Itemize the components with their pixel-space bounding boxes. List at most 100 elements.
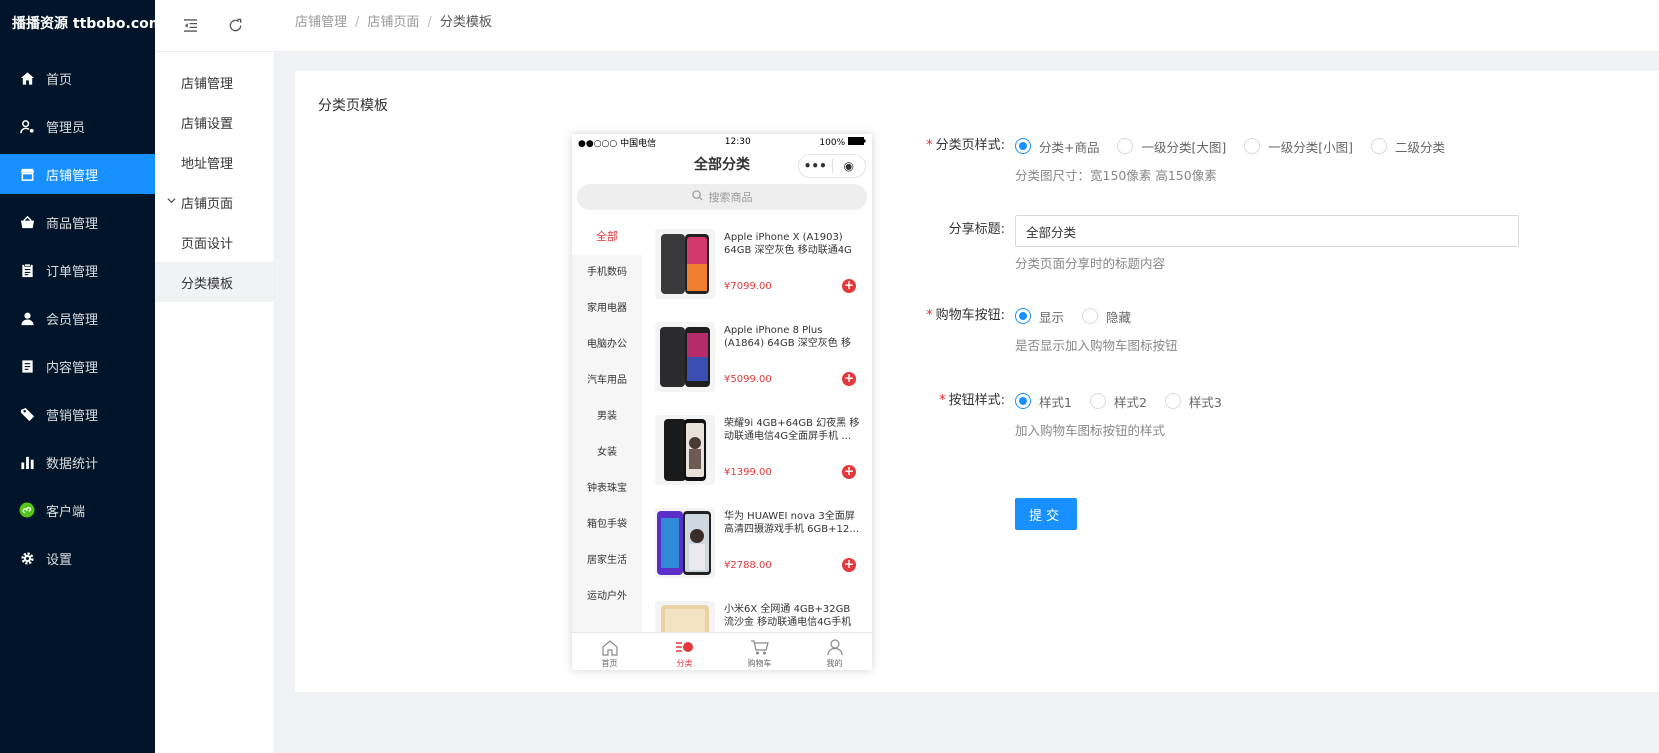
category-item[interactable]: 女装 <box>572 435 642 471</box>
radio-cart-show[interactable]: 显示 <box>1015 307 1064 326</box>
nav-item-label: 内容管理 <box>46 360 99 376</box>
breadcrumb: 店铺管理 / 店铺页面 / 分类模板 <box>295 0 492 48</box>
nav-item-admin[interactable]: 管理员 <box>0 106 155 146</box>
refresh-icon[interactable] <box>225 16 245 36</box>
category-item[interactable]: 钟表珠宝 <box>572 471 642 507</box>
tab-home[interactable]: 首页 <box>572 633 647 670</box>
clipboard-icon <box>18 261 36 279</box>
add-to-cart-button[interactable]: + <box>842 279 856 293</box>
category-item[interactable]: 全部 <box>572 219 642 255</box>
goods-thumbnail <box>655 508 715 578</box>
nav-item-label: 会员管理 <box>46 312 99 328</box>
phone-title-bar: 全部分类 ••• ◉ <box>572 150 872 180</box>
add-to-cart-button[interactable]: + <box>842 558 856 572</box>
nav-item-stats[interactable]: 数据统计 <box>0 442 155 482</box>
category-item[interactable]: 男装 <box>572 399 642 435</box>
phone-status-bar: ●●○○○ 中国电信 12:30 100% <box>572 134 872 150</box>
nav-item-goods[interactable]: 商品管理 <box>0 202 155 242</box>
phone-search-bar[interactable]: 搜索商品 <box>577 184 867 210</box>
subnav-group-label: 店铺页面 <box>181 196 234 212</box>
template-form: * 分类页样式: 分类+商品 一级分类[大图] 一级分类[小图] 二级分类 分类图… <box>915 71 1655 692</box>
breadcrumb-item[interactable]: 店铺页面 <box>367 15 419 30</box>
required-mark: * <box>926 138 933 153</box>
radio-dot <box>1244 138 1261 154</box>
category-item[interactable]: 手机数码 <box>572 255 642 291</box>
breadcrumb-item[interactable]: 店铺管理 <box>295 15 347 30</box>
add-to-cart-button[interactable]: + <box>842 372 856 386</box>
category-item[interactable]: 居家生活 <box>572 543 642 579</box>
document-icon <box>18 357 36 375</box>
nav-item-content[interactable]: 内容管理 <box>0 346 155 386</box>
radio-button-style-2[interactable]: 样式2 <box>1089 392 1147 411</box>
radio-style-level1-small[interactable]: 一级分类[小图] <box>1244 137 1353 156</box>
nav-item-marketing[interactable]: 营销管理 <box>0 394 155 434</box>
breadcrumb-separator: / <box>355 15 360 30</box>
main-sidebar: 播播资源 ttbobo.com 首页 管理员 店铺管理 商品管理 订单管理 会员… <box>0 0 155 753</box>
top-bar: 店铺管理 / 店铺页面 / 分类模板 <box>155 0 1659 52</box>
subnav-item-category-template[interactable]: 分类模板 <box>155 262 274 302</box>
category-item[interactable]: 箱包手袋 <box>572 507 642 543</box>
nav-item-shop[interactable]: 店铺管理 <box>0 154 155 194</box>
goods-thumbnail <box>655 601 715 634</box>
nav-item-home[interactable]: 首页 <box>0 58 155 98</box>
goods-name: Apple iPhone 8 Plus (A1864) 64GB 深空灰色 移动… <box>724 325 851 349</box>
nav-item-label: 设置 <box>46 552 73 568</box>
radio-button-style-3[interactable]: 样式3 <box>1164 392 1222 411</box>
content-card: 分类页模板 ●●○○○ 中国电信 12:30 100% 全部分类 ••• ◉ 搜… <box>295 71 1659 692</box>
nav-item-members[interactable]: 会员管理 <box>0 298 155 338</box>
goods-item[interactable]: Apple iPhone 8 Plus (A1864) 64GB 深空灰色 移动… <box>642 312 872 405</box>
radio-dot <box>1164 393 1181 409</box>
help-text-share-title: 分类页面分享时的标题内容 <box>1015 256 1166 271</box>
subnav-item-page-design[interactable]: 页面设计 <box>155 222 274 262</box>
nav-item-label: 数据统计 <box>46 456 99 472</box>
radio-style-category-goods[interactable]: 分类+商品 <box>1015 137 1099 156</box>
submit-button[interactable]: 提交 <box>1015 498 1077 530</box>
category-list: 全部 手机数码 家用电器 电脑办公 汽车用品 男装 女装 钟表珠宝 箱包手袋 居… <box>572 219 642 634</box>
nav-item-settings[interactable]: 设置 <box>0 538 155 578</box>
goods-item[interactable]: 荣耀9i 4GB+64GB 幻夜黑 移动联通电信4G全面屏手机 … ¥1399.… <box>642 405 872 498</box>
share-title-control <box>1015 215 1519 247</box>
user-outline-icon <box>797 636 872 658</box>
radio-dot <box>1089 393 1106 409</box>
goods-thumbnail <box>655 415 715 485</box>
radio-style-level1-large[interactable]: 一级分类[大图] <box>1117 137 1226 156</box>
add-to-cart-button[interactable]: + <box>842 465 856 479</box>
collapse-menu-icon[interactable] <box>180 16 200 36</box>
radio-style-level2[interactable]: 二级分类 <box>1371 137 1445 156</box>
category-item[interactable]: 家用电器 <box>572 291 642 327</box>
radio-button-style-1[interactable]: 样式1 <box>1015 392 1072 411</box>
category-item[interactable]: 电脑办公 <box>572 327 642 363</box>
share-title-input[interactable] <box>1015 215 1519 247</box>
radio-cart-hide[interactable]: 隐藏 <box>1082 307 1131 326</box>
subnav-item-address[interactable]: 地址管理 <box>155 142 274 182</box>
tab-label: 分类 <box>676 659 693 668</box>
more-dots-icon[interactable]: ••• <box>799 155 832 177</box>
goods-item[interactable]: 小米6X 全网通 4GB+32GB 流沙金 移动联通电信4G手机 <box>642 591 872 634</box>
nav-item-label: 客户端 <box>46 504 86 520</box>
target-icon[interactable]: ◉ <box>833 155 866 177</box>
goods-item[interactable]: 华为 HUAWEI nova 3全面屏高清四摄游戏手机 6GB+12… ¥278… <box>642 498 872 591</box>
radio-dot <box>1082 308 1099 324</box>
nav-item-orders[interactable]: 订单管理 <box>0 250 155 290</box>
tab-category[interactable]: 分类 <box>647 633 722 670</box>
help-text-style: 分类图尺寸：宽150像素 高150像素 <box>1015 168 1217 183</box>
subnav-group-shop-pages[interactable]: 店铺页面 <box>155 182 274 222</box>
phone-body: 全部 手机数码 家用电器 电脑办公 汽车用品 男装 女装 钟表珠宝 箱包手袋 居… <box>572 219 872 634</box>
phone-title: 全部分类 <box>694 157 750 173</box>
goods-name: 小米6X 全网通 4GB+32GB 流沙金 移动联通电信4G手机 <box>724 604 852 628</box>
help-text-button-style: 加入购物车图标按钮的样式 <box>1015 423 1166 438</box>
subnav-item-shop-manage[interactable]: 店铺管理 <box>155 62 274 102</box>
category-item[interactable]: 运动户外 <box>572 579 642 615</box>
nav-item-client[interactable]: 客户端 <box>0 490 155 530</box>
subnav-item-shop-settings[interactable]: 店铺设置 <box>155 102 274 142</box>
category-item[interactable]: 汽车用品 <box>572 363 642 399</box>
goods-item[interactable]: Apple iPhone X (A1903) 64GB 深空灰色 移动联通4G手… <box>642 219 872 312</box>
carrier-text: ●●○○○ 中国电信 <box>578 138 657 149</box>
tab-cart[interactable]: 购物车 <box>722 633 797 670</box>
form-label-style: * 分类页样式: <box>926 138 1005 153</box>
home-outline-icon <box>572 636 647 658</box>
tab-label: 我的 <box>826 659 843 668</box>
capsule-menu[interactable]: ••• ◉ <box>798 154 866 178</box>
radio-dot <box>1015 393 1031 409</box>
tab-mine[interactable]: 我的 <box>797 633 872 670</box>
